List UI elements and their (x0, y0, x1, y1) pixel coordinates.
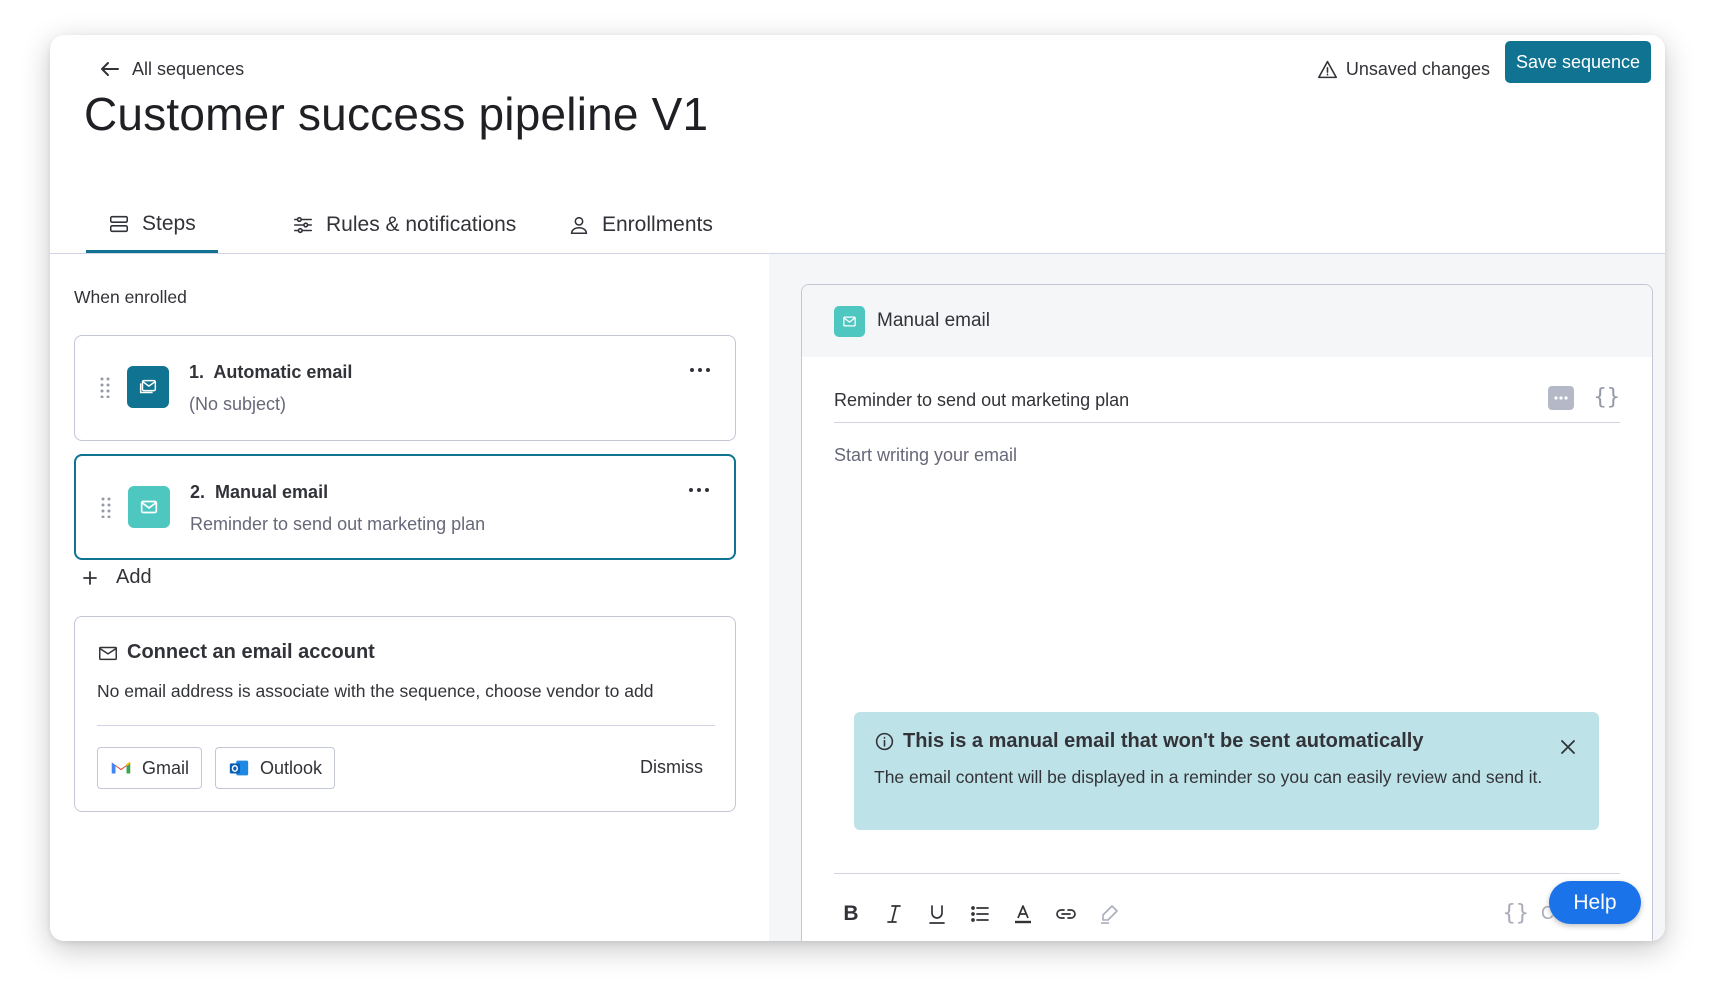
back-link-label: All sequences (132, 58, 245, 79)
page-title: Customer success pipeline V1 (84, 88, 709, 140)
drag-handle-icon[interactable] (100, 496, 112, 518)
format-toolbar: B (840, 901, 1120, 927)
highlighter-icon[interactable] (1098, 901, 1120, 927)
outlook-label: Outlook (260, 757, 323, 778)
editor-header: Manual email (802, 285, 1652, 357)
step-1-subtitle: (No subject) (189, 394, 287, 414)
save-sequence-button[interactable]: Save sequence (1505, 41, 1651, 83)
gmail-button[interactable]: Gmail (97, 747, 203, 789)
ai-dots-icon[interactable] (1547, 385, 1574, 410)
editor-header-label: Manual email (877, 310, 990, 331)
tab-enrollments[interactable]: Enrollments (546, 197, 735, 253)
gmail-icon (111, 761, 131, 774)
unsaved-changes-indicator: Unsaved changes (1317, 49, 1490, 89)
arrow-left-icon (101, 62, 119, 76)
add-step-label: Add (116, 566, 152, 588)
divider (834, 873, 1620, 874)
trigger-label: When enrolled (74, 287, 187, 307)
back-to-sequences-link[interactable]: All sequences (98, 49, 244, 89)
subject-row: {} (834, 377, 1620, 423)
dismiss-button[interactable]: Dismiss (640, 757, 703, 778)
subject-actions: {} (1547, 385, 1621, 410)
italic-icon[interactable] (883, 901, 905, 927)
more-options-icon[interactable] (686, 482, 712, 498)
step-card-1[interactable]: 1. Automatic email (No subject) (74, 335, 736, 441)
step-1-title: 1. Automatic email (189, 362, 353, 382)
link-icon[interactable] (1055, 901, 1077, 927)
tab-enrollments-label: Enrollments (602, 213, 713, 236)
email-editor-card: Manual email {} Start writing your email… (801, 284, 1653, 941)
step-2-title: 2. Manual email (190, 482, 329, 502)
variables-braces-icon[interactable]: {} (1594, 385, 1621, 410)
more-options-icon[interactable] (687, 362, 713, 378)
subject-input[interactable] (834, 377, 1534, 423)
divider (97, 725, 715, 726)
connect-email-title: Connect an email account (97, 641, 375, 664)
tab-bar: Steps Rules & notifications Enrollments (50, 175, 1665, 254)
outlook-button[interactable]: Outlook (215, 747, 336, 789)
mail-icon (128, 486, 170, 528)
tab-rules-notifications[interactable]: Rules & notifications (270, 197, 538, 253)
connect-email-card: Connect an email account No email addres… (74, 616, 736, 812)
manual-email-info-banner: This is a manual email that won't be sen… (854, 712, 1599, 830)
email-editor-pane: Manual email {} Start writing your email… (769, 254, 1665, 941)
stacked-mail-icon (127, 366, 169, 408)
step-card-2[interactable]: 2. Manual email Reminder to send out mar… (74, 454, 736, 560)
envelope-icon (99, 646, 117, 660)
banner-title: This is a manual email that won't be sen… (874, 730, 1423, 753)
sliders-icon (293, 216, 313, 234)
plus-icon (83, 570, 97, 585)
text-color-icon[interactable] (1012, 901, 1034, 927)
add-step-button[interactable]: Add (82, 566, 152, 589)
banner-text: The email content will be displayed in a… (874, 767, 1543, 787)
underline-icon[interactable] (926, 901, 948, 927)
close-icon[interactable] (1559, 738, 1577, 756)
person-icon (570, 216, 588, 235)
gmail-label: Gmail (142, 757, 190, 778)
bold-icon[interactable]: B (840, 901, 862, 927)
unsaved-changes-label: Unsaved changes (1345, 58, 1490, 79)
info-icon (875, 732, 894, 751)
warning-icon (1317, 60, 1337, 78)
drag-handle-icon[interactable] (99, 376, 111, 398)
connect-email-description: No email address is associate with the s… (97, 681, 654, 701)
outlook-icon (229, 760, 249, 776)
app-window: All sequences Customer success pipeline … (50, 35, 1665, 941)
tab-rules-label: Rules & notifications (326, 213, 517, 236)
columns-braces-icon: {} (1502, 901, 1529, 926)
step-2-subtitle: Reminder to send out marketing plan (190, 514, 486, 534)
email-body-editor[interactable]: Start writing your email (834, 445, 1017, 466)
stack-icon (109, 215, 129, 232)
tab-steps[interactable]: Steps (86, 197, 218, 253)
tab-steps-label: Steps (142, 211, 196, 235)
bulleted-list-icon[interactable] (969, 901, 991, 927)
mail-icon (834, 305, 865, 337)
help-button[interactable]: Help (1549, 881, 1641, 924)
steps-panel: When enrolled 1. Automatic email (No sub… (50, 254, 768, 941)
